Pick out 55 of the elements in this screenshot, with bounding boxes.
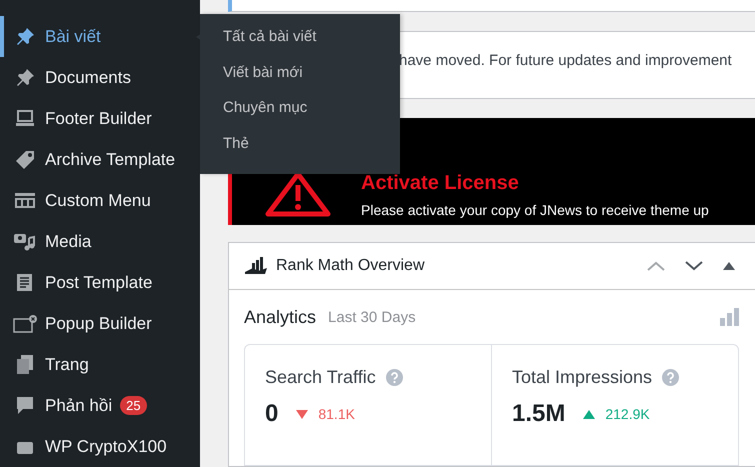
- media-icon: [14, 232, 36, 252]
- pin-icon: [14, 68, 34, 88]
- stat-change: 212.9K: [605, 406, 650, 422]
- monitor-icon: [16, 110, 34, 128]
- menu-label: Popup Builder: [45, 314, 152, 334]
- menu-label: Bài viết: [45, 26, 101, 46]
- chevron-up-icon: [647, 261, 665, 271]
- sidebar-item[interactable]: Custom Menu: [0, 180, 200, 221]
- submenu-item[interactable]: Viết bài mới: [200, 64, 400, 99]
- help-icon[interactable]: [386, 369, 403, 386]
- sidebar-item[interactable]: Trang: [0, 344, 200, 385]
- help-icon[interactable]: [662, 369, 680, 386]
- menu-label: Archive Template: [45, 150, 176, 170]
- menu-label: Trang: [45, 354, 89, 374]
- stat-change: 81.1K: [318, 406, 355, 422]
- menu-label: Custom Menu: [45, 190, 151, 210]
- menu-label: Post Template: [45, 272, 152, 292]
- sidebar-item[interactable]: Post Template: [0, 262, 200, 303]
- table-icon: [14, 192, 34, 208]
- period-label: Last 30 Days: [328, 308, 416, 326]
- document-icon: [16, 272, 34, 292]
- submenu-item[interactable]: Chuyên mục: [200, 99, 400, 134]
- sidebar-item[interactable]: Documents: [0, 57, 200, 98]
- submenu-item[interactable]: Tất cả bài viết: [200, 28, 400, 64]
- tag-icon: [14, 150, 34, 170]
- popup-window-icon: [12, 314, 38, 334]
- sidebar-item[interactable]: Popup Builder: [0, 303, 200, 344]
- triangle-up-icon: [723, 262, 735, 270]
- speech-bubble-icon: [14, 396, 34, 416]
- stat-label: Total Impressions: [512, 367, 652, 388]
- menu-label: Phản hồi: [45, 396, 112, 416]
- menu-label: Media: [45, 232, 92, 252]
- sidebar-item[interactable]: WP CryptoX100: [0, 426, 200, 467]
- notice-text: have moved. For future updates and improvement: [399, 52, 732, 70]
- submenu-item[interactable]: Thẻ: [200, 134, 400, 170]
- chevron-down-icon: [685, 261, 703, 271]
- count-badge: 25: [120, 396, 147, 415]
- section-title: Analytics: [244, 306, 316, 328]
- license-title: Activate License: [361, 172, 520, 195]
- widget-title: Rank Math Overview: [276, 257, 424, 275]
- menu-label: WP CryptoX100: [45, 436, 167, 456]
- sidebar-item[interactable]: Media: [0, 221, 200, 262]
- menu-label: Footer Builder: [45, 108, 152, 128]
- stat-value: 0: [265, 400, 278, 428]
- sidebar-item[interactable]: Archive Template: [0, 139, 200, 180]
- pages-icon: [14, 354, 34, 374]
- bar-chart-icon: [720, 308, 739, 326]
- pin-icon: [14, 26, 34, 46]
- sidebar-item[interactable]: Footer Builder: [0, 98, 200, 139]
- license-message: Please activate your copy of JNews to receive theme up: [361, 202, 709, 218]
- stat-label: Search Traffic: [265, 367, 376, 388]
- menu-label: Documents: [45, 68, 131, 88]
- sidebar-item[interactable]: Phản hồi 25: [0, 385, 200, 426]
- stat-value: 1.5M: [512, 400, 566, 428]
- chart-logo-icon: [244, 257, 268, 275]
